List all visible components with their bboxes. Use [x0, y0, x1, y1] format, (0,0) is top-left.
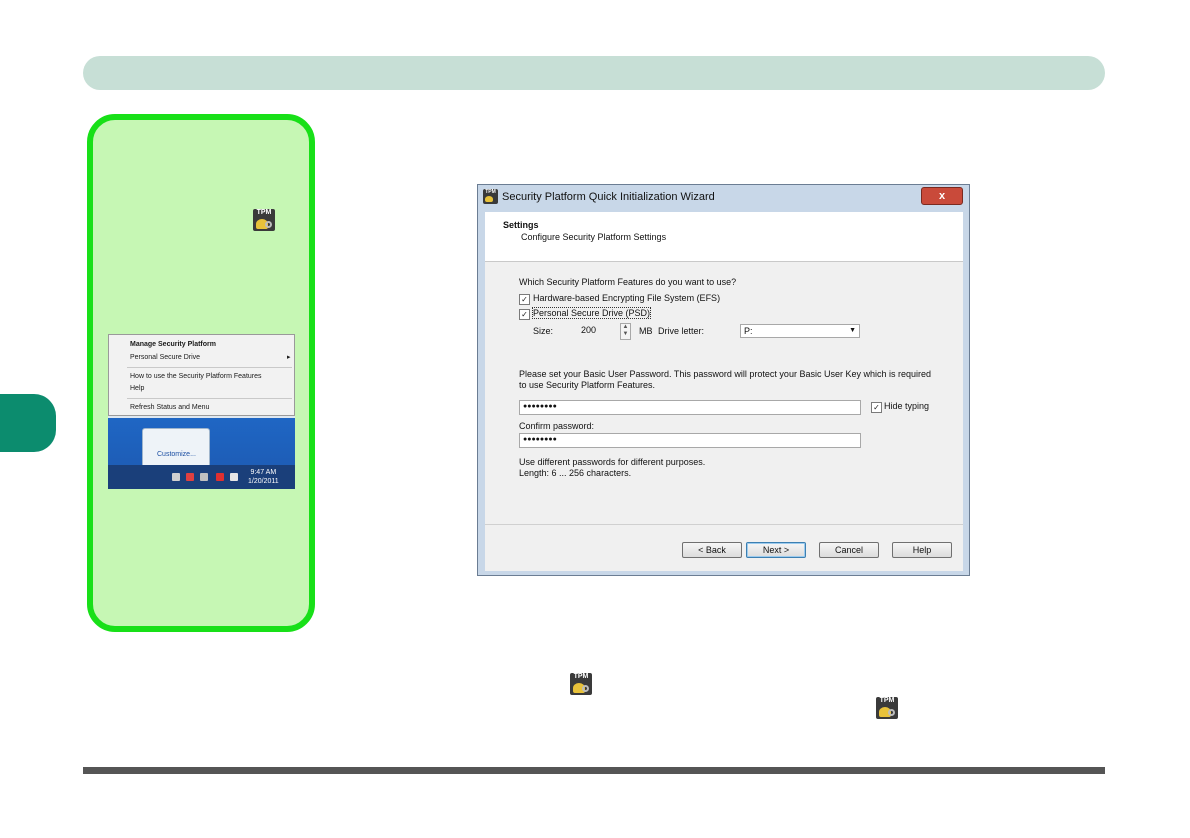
tpm-icon: TPM	[253, 209, 275, 231]
hide-typing-checkbox[interactable]: ✓	[871, 402, 882, 413]
tray-clock[interactable]: 9:47 AM 1/20/2011	[248, 468, 279, 486]
confirm-password-input[interactable]: ●●●●●●●●	[519, 433, 861, 448]
chapter-side-tab	[0, 394, 56, 452]
tpm-icon: TPM	[570, 673, 592, 695]
features-question: Which Security Platform Features do you …	[519, 277, 737, 287]
drive-letter-select[interactable]: P: ▼	[740, 324, 860, 338]
wizard-tpm-icon: TPM	[483, 189, 498, 204]
wizard-window: TPM Security Platform Quick Initializati…	[477, 184, 970, 576]
mb-label: MB	[639, 326, 653, 336]
next-button[interactable]: Next >	[746, 542, 806, 558]
wizard-client: Settings Configure Security Platform Set…	[485, 212, 963, 571]
hide-typing-label: Hide typing	[884, 401, 930, 411]
menu-item-howto[interactable]: How to use the Security Platform Feature…	[130, 373, 262, 380]
close-button[interactable]: x	[921, 187, 963, 205]
password-intro-line-2: to use Security Platform Features.	[519, 380, 656, 390]
menu-item-manage[interactable]: Manage Security Platform	[130, 341, 216, 348]
size-spinner[interactable]: ▲ ▼	[620, 323, 631, 340]
tray-network-icon[interactable]	[216, 473, 224, 481]
psd-checkbox[interactable]: ✓	[519, 309, 530, 320]
tray-show-hidden-icon[interactable]	[172, 473, 180, 481]
wizard-header-pane: Settings Configure Security Platform Set…	[485, 212, 963, 262]
chapter-header-bar	[83, 56, 1105, 90]
tray-tpm-icon[interactable]	[200, 473, 208, 481]
password-hint-2: Length: 6 ... 256 characters.	[519, 468, 632, 478]
psd-label: Personal Secure Drive (PSD)	[531, 307, 652, 319]
menu-item-refresh[interactable]: Refresh Status and Menu	[130, 404, 209, 411]
efs-checkbox[interactable]: ✓	[519, 294, 530, 305]
back-button[interactable]: < Back	[682, 542, 742, 558]
size-input[interactable]: 200	[578, 324, 620, 338]
submenu-arrow-icon: ▸	[287, 354, 291, 361]
menu-item-help[interactable]: Help	[130, 385, 144, 392]
tray-action-center-icon[interactable]	[186, 473, 194, 481]
tray-volume-icon[interactable]	[230, 473, 238, 481]
tray-context-menu: Manage Security Platform Personal Secure…	[108, 334, 295, 416]
password-intro-line-1: Please set your Basic User Password. Thi…	[519, 369, 931, 379]
size-label: Size:	[533, 326, 554, 336]
tpm-icon: TPM	[876, 697, 898, 719]
footer-rule	[83, 767, 1105, 774]
customize-link[interactable]: Customize...	[157, 451, 196, 458]
menu-separator	[127, 398, 292, 399]
wizard-heading: Settings	[503, 220, 539, 230]
password-input[interactable]: ●●●●●●●●	[519, 400, 861, 415]
password-hint-1: Use different passwords for different pu…	[519, 457, 706, 467]
cancel-button[interactable]: Cancel	[819, 542, 879, 558]
efs-label: Hardware-based Encrypting File System (E…	[533, 293, 721, 303]
wizard-body: Which Security Platform Features do you …	[485, 262, 963, 524]
tray-menu-screenshot: Customize... Manage Security Platform Pe…	[108, 334, 295, 489]
drive-letter-label: Drive letter:	[658, 326, 705, 336]
menu-item-psd[interactable]: Personal Secure Drive	[130, 354, 200, 361]
chevron-down-icon: ▼	[849, 327, 856, 334]
menu-separator	[127, 367, 292, 368]
confirm-password-label: Confirm password:	[519, 421, 595, 431]
help-button[interactable]: Help	[892, 542, 952, 558]
wizard-title: Security Platform Quick Initialization W…	[502, 191, 715, 203]
wizard-subheading: Configure Security Platform Settings	[521, 232, 667, 242]
